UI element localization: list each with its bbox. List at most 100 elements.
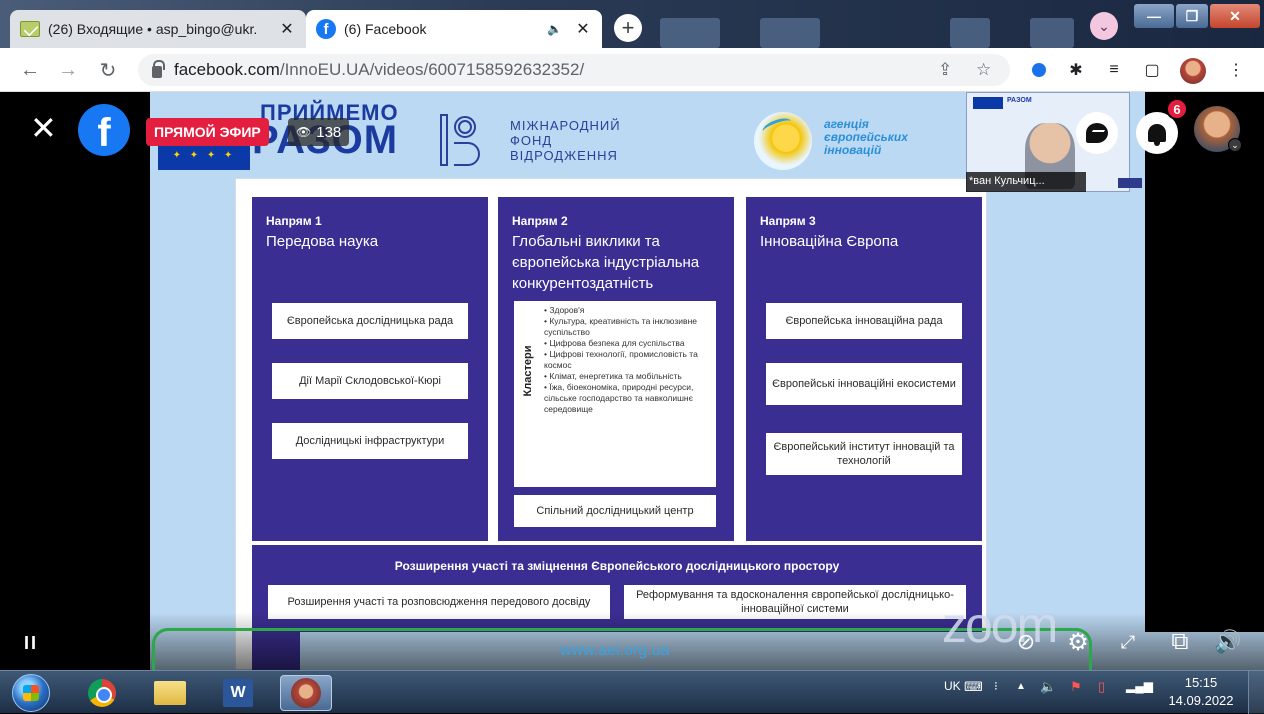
extensions-puzzle-icon[interactable]: ✱	[1066, 60, 1086, 80]
mini-eu-logo	[973, 97, 1003, 109]
band-title: Розширення участі та зміцнення Європейсь…	[394, 559, 840, 573]
clusters-box: Кластери Здоров'я Культура, креативність…	[514, 301, 716, 487]
pillar-heading: Напрям 2	[512, 214, 568, 228]
tab-title: (6) Facebook	[344, 21, 427, 37]
viewer-count-badge: 👁 138	[288, 118, 350, 146]
eye-icon: 👁	[296, 125, 312, 139]
reload-icon[interactable]: ↻	[96, 58, 120, 82]
speaker-icon[interactable]: 🔈	[1040, 679, 1056, 695]
browser-toolbar: ← → ↻ facebook.com/InnoEU.UA/videos/6007…	[0, 48, 1264, 92]
captions-icon[interactable]: ⊘	[1012, 628, 1040, 656]
power-icon[interactable]: ▯	[1098, 679, 1105, 695]
messenger-button[interactable]	[1076, 112, 1118, 154]
foundation-line: ВІДРОДЖЕННЯ	[510, 148, 618, 163]
keyboard-icon[interactable]: ⌨	[964, 679, 983, 695]
profile-avatar[interactable]	[1180, 58, 1206, 84]
clock-time: 15:15	[1184, 675, 1218, 690]
foundation-line: ФОНД	[510, 133, 553, 148]
browser-tab-strip: (26) Входящие • asp_bingo@ukr. ✕ f (6) F…	[0, 0, 1264, 48]
bell-icon	[1148, 124, 1166, 146]
taskbar-explorer[interactable]	[144, 675, 196, 711]
desktop-window-thumbnail	[660, 18, 720, 48]
folder-icon	[154, 681, 186, 705]
pillar-item: Дії Марії Склодовської-Кюрі	[272, 363, 468, 399]
taskbar-photo-app[interactable]	[280, 675, 332, 711]
desktop-window-thumbnail	[1030, 18, 1074, 48]
host-badge	[1118, 178, 1142, 188]
action-center-flag-icon[interactable]: ⚑	[1070, 679, 1082, 695]
taskbar-word[interactable]: W	[212, 675, 264, 711]
share-icon[interactable]: ⇪	[938, 60, 952, 80]
agency-logo	[754, 112, 812, 170]
pillar-heading: Напрям 3	[760, 214, 816, 228]
volume-icon[interactable]: 🔊	[1214, 628, 1242, 656]
clock-date: 14.09.2022	[1168, 693, 1234, 708]
windows-taskbar: W UK ⌨ ⁝ ▲ 🔈 ⚑ ▯ ▂▄▆ 15:15 14.09.2022	[0, 670, 1264, 714]
mini-razom-text: РАЗОМ	[1007, 97, 1032, 104]
address-bar[interactable]: facebook.com/InnoEU.UA/videos/6007158592…	[138, 54, 1010, 86]
show-hidden-icons[interactable]: ▲	[1016, 681, 1026, 692]
close-tab-icon[interactable]: ✕	[574, 19, 592, 39]
close-tab-icon[interactable]: ✕	[278, 19, 296, 39]
pillar-item: Європейський інститут інновацій та техно…	[766, 433, 962, 475]
tab-facebook[interactable]: f (6) Facebook 🔈 ✕	[306, 10, 602, 48]
pillar-item: Європейська інноваційна рада	[766, 303, 962, 339]
taskbar-chrome[interactable]	[76, 675, 128, 711]
host-name-label: *ван Кульчиц...	[966, 172, 1086, 192]
foundation-line: МІЖНАРОДНИЙ	[510, 118, 621, 133]
cluster-item: Клімат, енергетика та мобільність	[544, 371, 712, 382]
chevron-down-icon[interactable]: ⌄	[1090, 12, 1118, 40]
system-clock[interactable]: 15:15 14.09.2022	[1164, 674, 1238, 710]
cluster-item: Їжа, біоекономіка, природні ресурси, сіл…	[544, 382, 712, 415]
pillar-title: Глобальні виклики та європейська індустр…	[512, 233, 700, 292]
bookmark-star-icon[interactable]: ☆	[976, 60, 991, 80]
language-indicator[interactable]: UK	[944, 679, 961, 693]
video-player[interactable]: ✦ ✦ ✦ ✦ ПРИЙМЕМО РАЗОМ МІЖНАРОДНИЙ ФОНД …	[0, 92, 1264, 670]
start-button[interactable]	[12, 674, 50, 712]
viewer-count: 138	[316, 123, 342, 141]
reading-list-icon[interactable]: ≡	[1104, 60, 1124, 80]
lock-icon[interactable]	[152, 60, 165, 78]
pillar-3: Напрям 3 Інноваційна Європа Європейська …	[746, 197, 982, 541]
pillar-title: Передова наука	[266, 233, 379, 250]
minimize-button[interactable]: —	[1134, 4, 1174, 28]
clusters-label: Кластери	[522, 345, 534, 397]
close-video-icon[interactable]: ✕	[30, 112, 57, 144]
cluster-item: Культура, креативність та інклюзивне сус…	[544, 316, 712, 338]
show-desktop-button[interactable]	[1248, 671, 1264, 714]
back-icon[interactable]: ←	[18, 58, 42, 82]
fullscreen-icon[interactable]: ⤢	[1114, 628, 1142, 656]
tab-mail[interactable]: (26) Входящие • asp_bingo@ukr. ✕	[10, 10, 306, 48]
chevron-down-icon[interactable]: ⌄	[1228, 138, 1242, 152]
pillar-1: Напрям 1 Передова наука Європейська досл…	[252, 197, 488, 541]
live-badge: ПРЯМОЙ ЭФИР	[146, 118, 269, 146]
url-path: /InnoEU.UA/videos/6007158592632352/	[279, 60, 585, 79]
signal-icon[interactable]: ▂▄▆	[1126, 679, 1153, 693]
renaissance-foundation-logo	[440, 114, 488, 166]
agency-name: агенція європейських інновацій	[824, 118, 908, 157]
slide-footer-url: www.aei.org.ua	[560, 642, 670, 659]
audio-playing-icon[interactable]: 🔈	[547, 22, 562, 36]
menu-kebab-icon[interactable]: ⋮	[1226, 60, 1246, 80]
extension-dot-icon[interactable]	[1032, 63, 1046, 77]
gear-icon[interactable]: ⚙	[1064, 628, 1092, 656]
desktop-window-thumbnail	[950, 18, 990, 48]
cluster-item: Здоров'я	[544, 305, 712, 316]
pillar-item: Дослідницькі інфраструктури	[272, 423, 468, 459]
word-icon: W	[223, 679, 253, 707]
maximize-button[interactable]: ❐	[1176, 4, 1208, 28]
forward-icon[interactable]: →	[56, 58, 80, 82]
pause-button[interactable]: II	[16, 630, 46, 656]
new-tab-button[interactable]: +	[614, 14, 642, 42]
network-icon[interactable]: ⁝	[994, 679, 998, 693]
side-panel-icon[interactable]: ▢	[1142, 60, 1162, 80]
messenger-icon	[1086, 123, 1108, 143]
url-text: facebook.com/InnoEU.UA/videos/6007158592…	[174, 60, 584, 80]
desktop-window-thumbnail	[760, 18, 820, 48]
picture-in-picture-icon[interactable]: ⧉	[1166, 628, 1194, 656]
url-host: facebook.com	[174, 60, 280, 79]
pillar-item: Європейська дослідницька рада	[272, 303, 468, 339]
facebook-logo[interactable]: f	[78, 104, 130, 156]
clusters-list: Здоров'я Культура, креативність та інклю…	[544, 305, 712, 415]
close-window-button[interactable]: ✕	[1210, 4, 1260, 28]
